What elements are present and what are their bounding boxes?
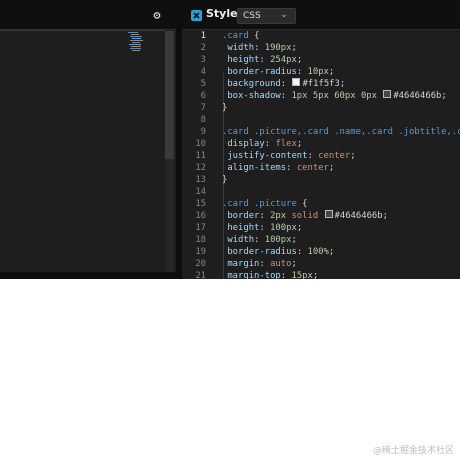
css-editor-panel: Style CSS ⌄ 1 .card {2 width: 190px; 3 hei… (182, 0, 460, 279)
css-icon (191, 10, 202, 21)
line-number: 13 (195, 175, 206, 185)
line-number: 9 (200, 127, 206, 137)
code-line[interactable]: 13} (182, 174, 460, 186)
code-line[interactable]: 1 .card { (182, 30, 460, 42)
style-panel-title: Style (206, 7, 238, 20)
code-text: display: flex; (227, 139, 303, 149)
code-text: margin: auto; (227, 259, 297, 269)
line-number: 7 (200, 103, 206, 113)
line-number: 20 (195, 259, 206, 269)
code-text: box-shadow: 1px 5px 60px 0px #4646466b; (227, 90, 447, 101)
line-number: 8 (200, 115, 206, 125)
style-panel-header: Style CSS ⌄ (182, 0, 460, 30)
line-number: 10 (195, 139, 206, 149)
chevron-down-icon: ⌄ (280, 10, 288, 20)
code-line[interactable]: 4 border-radius: 10px; (182, 66, 460, 78)
code-text: } (222, 103, 228, 113)
minimap[interactable] (128, 31, 144, 53)
line-number: 12 (195, 163, 206, 173)
line-number: 15 (195, 199, 206, 209)
code-line[interactable]: 14 (182, 186, 460, 198)
code-line[interactable]: 10 display: flex; (182, 138, 460, 150)
line-number: 5 (200, 79, 206, 89)
code-text: height: 254px; (227, 55, 303, 65)
line-number: 6 (200, 91, 206, 101)
line-number: 1 (200, 31, 206, 41)
code-line[interactable]: 18 width: 100px; (182, 234, 460, 246)
code-line[interactable]: 6 box-shadow: 1px 5px 60px 0px #4646466b… (182, 90, 460, 102)
language-select-value: CSS (243, 11, 261, 21)
line-number: 19 (195, 247, 206, 257)
line-number: 16 (195, 211, 206, 221)
code-text: margin-top: 15px; (227, 271, 319, 279)
code-text: align-items: center; (227, 163, 335, 173)
code-text: border-radius: 100%; (227, 247, 335, 257)
watermark: @稀土掘金技术社区 (372, 446, 454, 456)
code-line[interactable]: 21 margin-top: 15px; (182, 270, 460, 279)
line-number: 14 (195, 187, 206, 197)
css-code-editor[interactable]: 1 .card {2 width: 190px; 3 height: 254px; 4… (182, 30, 460, 279)
code-text: border: 2px solid #4646466b; (227, 210, 388, 221)
code-line[interactable]: 17 height: 100px; (182, 222, 460, 234)
code-line[interactable]: 20 margin: auto; (182, 258, 460, 270)
code-text: width: 100px; (227, 235, 297, 245)
code-text: } (222, 175, 228, 185)
code-text: .card { (222, 31, 260, 41)
code-text: .card .picture,.card .name,.card .jobtit… (222, 127, 460, 137)
line-number: 3 (200, 55, 206, 65)
code-line[interactable]: 11 justify-content: center; (182, 150, 460, 162)
code-line[interactable]: 3 height: 254px; (182, 54, 460, 66)
code-line[interactable]: 2 width: 190px; (182, 42, 460, 54)
line-number: 4 (200, 67, 206, 77)
html-panel-header: ⚙ (0, 0, 176, 30)
code-line[interactable]: 8 (182, 114, 460, 126)
line-number: 17 (195, 223, 206, 233)
line-number: 11 (195, 151, 206, 161)
code-line[interactable]: 15 .card .picture { (182, 198, 460, 210)
code-line[interactable]: 12 align-items: center; (182, 162, 460, 174)
line-number: 2 (200, 43, 206, 53)
code-text: .card .picture { (222, 199, 308, 209)
gear-icon[interactable]: ⚙ (150, 8, 164, 22)
code-text: border-radius: 10px; (227, 67, 335, 77)
code-line[interactable]: 9 .card .picture,.card .name,.card .jobti… (182, 126, 460, 138)
code-text: justify-content: center; (227, 151, 356, 161)
line-number: 21 (195, 271, 206, 279)
language-select[interactable]: CSS ⌄ (237, 8, 296, 24)
code-line[interactable]: 19 border-radius: 100%; (182, 246, 460, 258)
scrollbar-thumb[interactable] (165, 31, 174, 159)
code-line[interactable]: 16 border: 2px solid #4646466b; (182, 210, 460, 222)
line-number: 18 (195, 235, 206, 245)
code-line[interactable]: 5 background: #f1f5f3; (182, 78, 460, 90)
code-text: background: #f1f5f3; (227, 78, 346, 89)
code-text: height: 100px; (227, 223, 303, 233)
html-editor-panel[interactable]: ⚙ (0, 0, 176, 272)
code-line[interactable]: 7} (182, 102, 460, 114)
editor-window: ⚙ Style CSS ⌄ 1 .card {2 width: 190px; … (0, 0, 460, 279)
code-text: width: 190px; (227, 43, 297, 53)
